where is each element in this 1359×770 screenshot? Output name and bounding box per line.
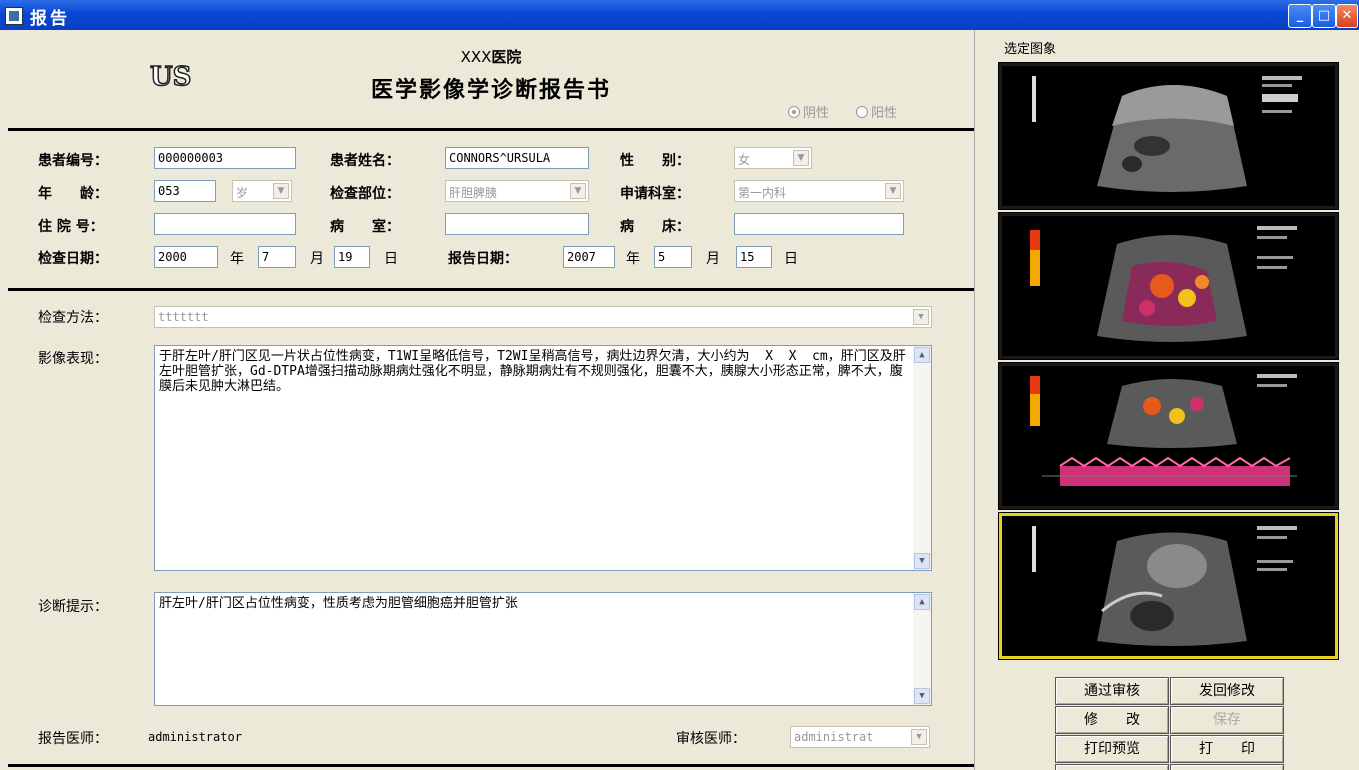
exam-year-unit: 年 bbox=[230, 251, 244, 267]
scroll-down-icon[interactable]: ▼ bbox=[914, 688, 930, 704]
report-date-label: 报告日期： bbox=[448, 251, 518, 267]
approve-button[interactable]: 通过审核 bbox=[1055, 677, 1169, 705]
modify-button[interactable]: 修 改 bbox=[1055, 706, 1169, 734]
more-button-partial[interactable] bbox=[1170, 764, 1284, 770]
sex-label: 性 别： bbox=[620, 153, 690, 169]
reviewer-label: 审核医师： bbox=[676, 731, 746, 747]
age-input[interactable]: 053 bbox=[154, 180, 216, 202]
report-form: US XXX医院 医学影像学诊断报告书 阴性 阳性 患者编号： 00000000… bbox=[8, 30, 975, 770]
exam-day-unit: 日 bbox=[384, 251, 398, 267]
patient-id-label: 患者编号： bbox=[38, 153, 108, 169]
scrollbar[interactable]: ▲ ▼ bbox=[913, 593, 931, 705]
report-year-input[interactable]: 2007 bbox=[563, 246, 615, 268]
scrollbar[interactable]: ▲ ▼ bbox=[913, 346, 931, 570]
ultrasound-graphic bbox=[1032, 526, 1297, 646]
report-year-unit: 年 bbox=[626, 251, 640, 267]
dept-select[interactable]: 第一内科 ▼ bbox=[734, 180, 904, 202]
doppler-graphic bbox=[1030, 226, 1297, 342]
findings-textarea[interactable]: 于肝左叶/肝门区见一片状占位性病变，T1WI呈略低信号，T2WI呈稍高信号，病灶… bbox=[154, 345, 932, 571]
ultrasound-graphic bbox=[1032, 76, 1302, 192]
radio-negative-dot bbox=[788, 106, 800, 118]
image-panel: 选定图象 通过审核 发回修改 修 改 保存 打印预览 打 印 bbox=[976, 30, 1359, 770]
report-day-input[interactable]: 15 bbox=[736, 246, 772, 268]
exam-month-unit: 月 bbox=[310, 251, 324, 267]
divider bbox=[8, 128, 974, 131]
radio-positive[interactable]: 阳性 bbox=[856, 102, 897, 121]
return-for-revision-button[interactable]: 发回修改 bbox=[1170, 677, 1284, 705]
chevron-down-icon: ▼ bbox=[885, 183, 901, 199]
doctor-value: administrator bbox=[148, 730, 242, 744]
diagnosis-label: 诊断提示： bbox=[38, 599, 108, 615]
report-month-unit: 月 bbox=[706, 251, 720, 267]
ward-input[interactable] bbox=[445, 213, 589, 235]
exam-day-input[interactable]: 19 bbox=[334, 246, 370, 268]
ultrasound-image-1[interactable] bbox=[998, 62, 1339, 210]
report-title: 医学影像学诊断报告书 bbox=[370, 78, 611, 103]
title-bar: 报告 _ □ ✕ bbox=[0, 0, 1359, 30]
chevron-down-icon: ▼ bbox=[273, 183, 289, 199]
minimize-button[interactable]: _ bbox=[1288, 4, 1312, 28]
bed-label: 病 床： bbox=[620, 219, 690, 235]
scroll-up-icon[interactable]: ▲ bbox=[914, 347, 930, 363]
selected-images-label: 选定图象 bbox=[1004, 42, 1057, 57]
doctor-label: 报告医师： bbox=[38, 731, 108, 747]
report-month-input[interactable]: 5 bbox=[654, 246, 692, 268]
hospital-name: XXX医院 bbox=[460, 48, 522, 66]
dept-label: 申请科室： bbox=[620, 186, 690, 202]
report-day-unit: 日 bbox=[784, 251, 798, 267]
maximize-button[interactable]: □ bbox=[1312, 4, 1336, 28]
reviewer-select[interactable]: administrat ▼ bbox=[790, 726, 930, 748]
age-label: 年 龄： bbox=[38, 186, 108, 202]
patient-name-input[interactable]: CONNORS^URSULA bbox=[445, 147, 589, 169]
patient-name-label: 患者姓名： bbox=[330, 153, 400, 169]
patient-id-input[interactable]: 000000003 bbox=[154, 147, 296, 169]
scroll-up-icon[interactable]: ▲ bbox=[914, 594, 930, 610]
inpatient-label: 住 院 号： bbox=[38, 219, 104, 235]
window-icon bbox=[5, 7, 23, 25]
ultrasound-image-2[interactable] bbox=[998, 212, 1339, 360]
findings-label: 影像表现： bbox=[38, 351, 108, 367]
exam-month-input[interactable]: 7 bbox=[258, 246, 296, 268]
exam-date-label: 检查日期： bbox=[38, 251, 108, 267]
bed-input[interactable] bbox=[734, 213, 904, 235]
chevron-down-icon: ▼ bbox=[913, 309, 929, 325]
exam-part-label: 检查部位： bbox=[330, 186, 400, 202]
exam-part-select[interactable]: 肝胆脾胰 ▼ bbox=[445, 180, 589, 202]
print-button[interactable]: 打 印 bbox=[1170, 735, 1284, 763]
exam-year-input[interactable]: 2000 bbox=[154, 246, 218, 268]
window-title: 报告 bbox=[30, 9, 70, 29]
method-label: 检查方法： bbox=[38, 310, 108, 326]
age-unit-select[interactable]: 岁 ▼ bbox=[232, 180, 292, 202]
sex-select[interactable]: 女 ▼ bbox=[734, 147, 812, 169]
print-preview-button[interactable]: 打印预览 bbox=[1055, 735, 1169, 763]
more-button-partial[interactable] bbox=[1055, 764, 1169, 770]
save-button[interactable]: 保存 bbox=[1170, 706, 1284, 734]
diagnosis-textarea[interactable]: 肝左叶/肝门区占位性病变，性质考虑为胆管细胞癌并胆管扩张 ▲ ▼ bbox=[154, 592, 932, 706]
chevron-down-icon: ▼ bbox=[911, 729, 927, 745]
radio-negative[interactable]: 阴性 bbox=[788, 102, 829, 121]
ultrasound-image-4-selected[interactable] bbox=[998, 512, 1339, 660]
radio-positive-dot bbox=[856, 106, 868, 118]
divider bbox=[8, 288, 974, 291]
ultrasound-image-3[interactable] bbox=[998, 362, 1339, 510]
inpatient-input[interactable] bbox=[154, 213, 296, 235]
chevron-down-icon: ▼ bbox=[570, 183, 586, 199]
doppler-spectrum-graphic bbox=[1030, 374, 1297, 486]
report-window: 报告 _ □ ✕ US XXX医院 医学影像学诊断报告书 阴性 阳性 患者编号：… bbox=[0, 0, 1359, 770]
method-select[interactable]: ttttttt ▼ bbox=[154, 306, 932, 328]
divider bbox=[8, 764, 974, 767]
ward-label: 病 室： bbox=[330, 219, 400, 235]
scroll-down-icon[interactable]: ▼ bbox=[914, 553, 930, 569]
close-button[interactable]: ✕ bbox=[1336, 4, 1358, 28]
chevron-down-icon: ▼ bbox=[793, 150, 809, 166]
